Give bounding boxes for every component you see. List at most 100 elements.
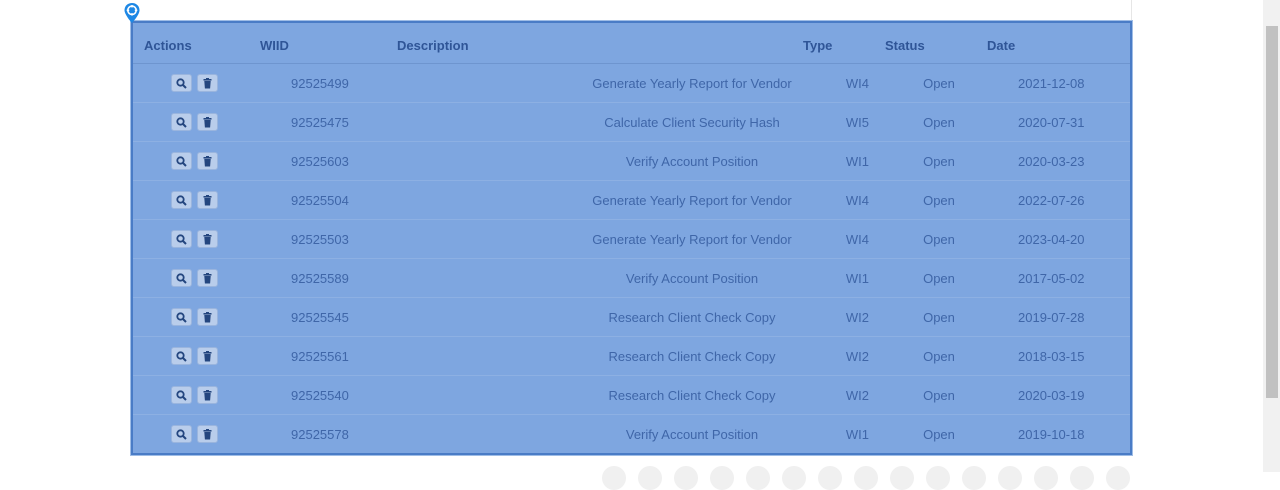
cell-status: Open [923,427,955,442]
delete-button[interactable] [197,308,218,326]
loading-dot [1106,466,1130,490]
cell-status: Open [923,232,955,247]
cell-status: Open [923,310,955,325]
header-status[interactable]: Status [885,38,925,53]
search-icon [176,77,187,89]
search-icon [176,389,187,401]
trash-icon [203,350,212,361]
cell-date: 2021-12-08 [1018,76,1085,91]
cell-wiid: 92525540 [291,388,349,403]
page-scrollbar-thumb[interactable] [1266,26,1278,398]
cell-wiid: 92525504 [291,193,349,208]
cell-date: 2018-03-15 [1018,349,1085,364]
trash-icon [203,428,212,439]
loading-dot [818,466,842,490]
view-button[interactable] [171,74,192,92]
header-wiid[interactable]: WIID [260,38,289,53]
trash-icon [203,272,212,283]
table-row: 92525561 Research Client Check Copy WI2 Ope… [133,337,1130,376]
cell-status: Open [923,76,955,91]
cell-type: WI1 [845,271,869,286]
view-button[interactable] [171,230,192,248]
delete-button[interactable] [197,269,218,287]
table-row: 92525545 Research Client Check Copy WI2 Ope… [133,298,1130,337]
table-row: 92525504 Generate Yearly Report for Vendo… [133,181,1130,220]
trash-icon [203,233,212,244]
search-icon [176,428,187,440]
header-actions[interactable]: Actions [144,38,192,53]
table-body: 92525499 Generate Yearly Report for Vendo… [133,64,1130,454]
cell-type: WI2 [845,388,869,403]
cell-type: WI4 [845,76,869,91]
search-icon [176,311,187,323]
table-row: 92525578 Verify Account Position WI1 Open 20… [133,415,1130,454]
cell-status: Open [923,271,955,286]
delete-button[interactable] [197,386,218,404]
cell-status: Open [923,388,955,403]
loading-dot [926,466,950,490]
loading-dot [962,466,986,490]
view-button[interactable] [171,386,192,404]
work-items-table: Actions WIID Description Type Status Dat… [130,20,1133,456]
cell-date: 2019-07-28 [1018,310,1085,325]
cell-date: 2023-04-20 [1018,232,1085,247]
trash-icon [203,116,212,127]
cell-wiid: 92525503 [291,232,349,247]
loading-dot [1070,466,1094,490]
cell-date: 2022-07-26 [1018,193,1085,208]
cell-type: WI4 [845,193,869,208]
cell-type: WI2 [845,310,869,325]
cell-date: 2020-03-23 [1018,154,1085,169]
search-icon [176,233,187,245]
cell-date: 2020-03-19 [1018,388,1085,403]
table-row: 92525589 Verify Account Position WI1 Open 20… [133,259,1130,298]
table-row: 92525499 Generate Yearly Report for Vendo… [133,64,1130,103]
delete-button[interactable] [197,230,218,248]
delete-button[interactable] [197,74,218,92]
view-button[interactable] [171,191,192,209]
table-row: 92525603 Verify Account Position WI1 Open 20… [133,142,1130,181]
loading-dot [782,466,806,490]
view-button[interactable] [171,269,192,287]
delete-button[interactable] [197,113,218,131]
cell-wiid: 92525475 [291,115,349,130]
header-description[interactable]: Description [397,38,469,53]
delete-button[interactable] [197,425,218,443]
header-date[interactable]: Date [987,38,1015,53]
search-icon [176,194,187,206]
loading-dot [1034,466,1058,490]
search-icon [176,350,187,362]
loading-dot [890,466,914,490]
search-icon [176,155,187,167]
cell-wiid: 92525545 [291,310,349,325]
header-type[interactable]: Type [803,38,832,53]
table-row: 92525475 Calculate Client Security Hash WI… [133,103,1130,142]
view-button[interactable] [171,113,192,131]
trash-icon [203,194,212,205]
cell-date: 2017-05-02 [1018,271,1085,286]
cell-wiid: 92525603 [291,154,349,169]
table-header-row: Actions WIID Description Type Status Dat… [133,23,1130,64]
view-button[interactable] [171,308,192,326]
cell-type: WI1 [845,427,869,442]
loading-dot [602,466,626,490]
trash-icon [203,155,212,166]
delete-button[interactable] [197,347,218,365]
cell-date: 2019-10-18 [1018,427,1085,442]
cell-wiid: 92525499 [291,76,349,91]
view-button[interactable] [171,152,192,170]
cell-status: Open [923,154,955,169]
delete-button[interactable] [197,152,218,170]
trash-icon [203,311,212,322]
delete-button[interactable] [197,191,218,209]
cell-type: WI2 [845,349,869,364]
table-row: 92525540 Research Client Check Copy WI2 Ope… [133,376,1130,415]
cell-date: 2020-07-31 [1018,115,1085,130]
cell-wiid: 92525561 [291,349,349,364]
view-button[interactable] [171,425,192,443]
view-button[interactable] [171,347,192,365]
loading-dot [674,466,698,490]
cell-status: Open [923,349,955,364]
trash-icon [203,389,212,400]
location-pin-icon[interactable] [123,2,141,24]
